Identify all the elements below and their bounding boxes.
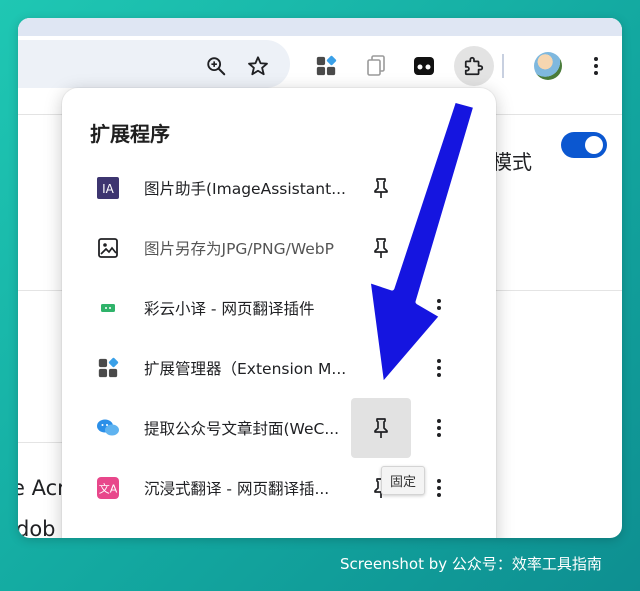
- browser-window: 模式 e Acr dob 扩展程序 IA 图片助手(ImageAssistant…: [18, 18, 622, 538]
- screenshot-caption: Screenshot by 公众号：效率工具指南: [340, 555, 602, 573]
- annotation-arrow: [365, 97, 479, 389]
